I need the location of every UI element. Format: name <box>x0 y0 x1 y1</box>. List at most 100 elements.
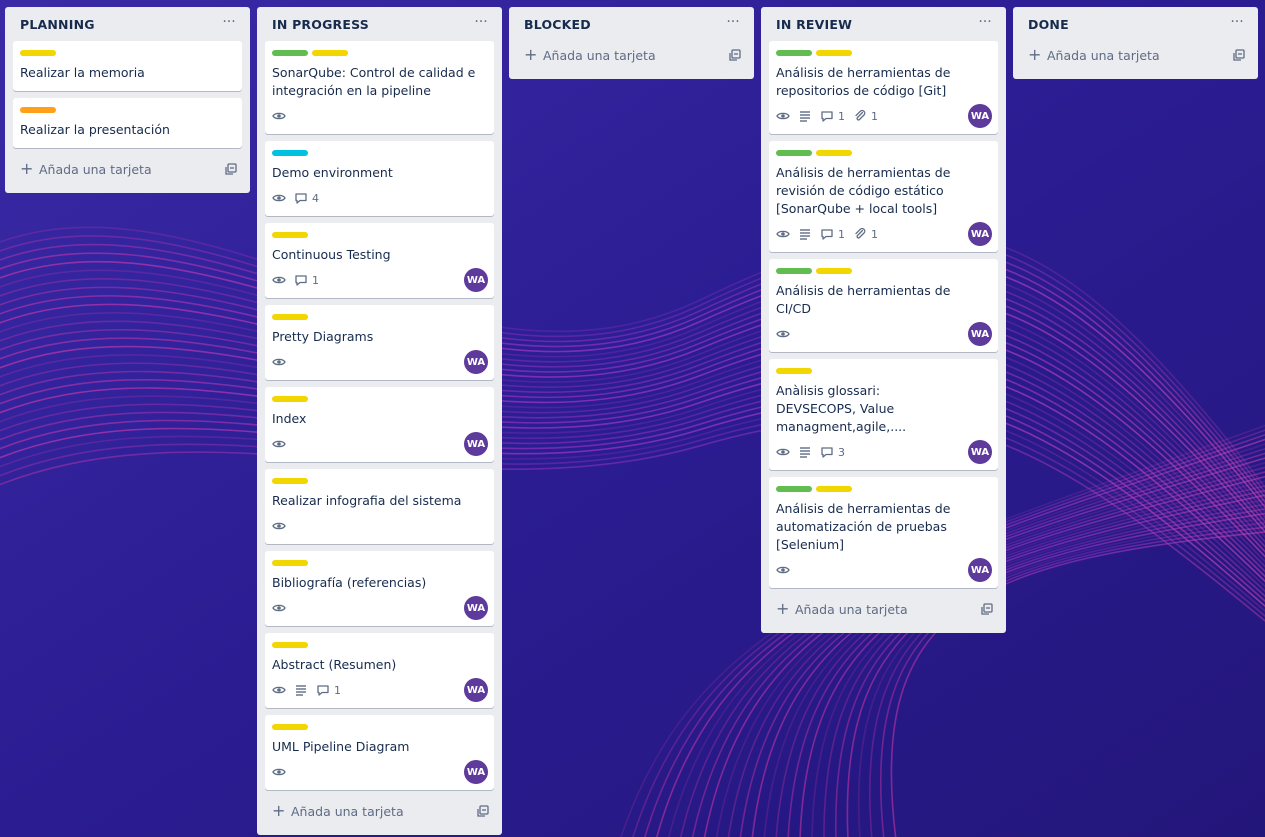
add-card-button[interactable]: + Añada una tarjeta <box>1021 41 1250 71</box>
badge <box>272 519 286 533</box>
list-menu-button[interactable]: ··· <box>722 13 744 33</box>
card[interactable]: Realizar la memoria <box>13 41 242 91</box>
card[interactable]: Análisis de herramientas de repositorios… <box>769 41 998 134</box>
eye-icon <box>272 191 286 205</box>
label-yellow[interactable] <box>272 724 308 730</box>
label-yellow[interactable] <box>272 396 308 402</box>
card-template-icon[interactable] <box>224 162 238 179</box>
member-avatar[interactable]: WA <box>968 322 992 346</box>
card-labels <box>272 314 486 320</box>
member-avatar[interactable]: WA <box>968 222 992 246</box>
list-title[interactable]: DONE <box>1028 17 1069 32</box>
attachment-icon <box>853 227 867 241</box>
card[interactable]: Análisis de herramientas de revisión de … <box>769 141 998 252</box>
label-green[interactable] <box>272 50 308 56</box>
badge <box>272 109 286 123</box>
label-teal[interactable] <box>272 150 308 156</box>
add-card-button[interactable]: + Añada una tarjeta <box>265 797 494 827</box>
member-avatar[interactable]: WA <box>464 350 488 374</box>
label-yellow[interactable] <box>272 560 308 566</box>
add-card-button[interactable]: + Añada una tarjeta <box>13 155 242 185</box>
comment-icon <box>820 109 834 123</box>
list-menu-button[interactable]: ··· <box>218 13 240 33</box>
card[interactable]: Bibliografía (referencias) WA <box>265 551 494 626</box>
plus-icon: + <box>272 801 286 820</box>
member-avatar[interactable]: WA <box>968 104 992 128</box>
label-green[interactable] <box>776 486 812 492</box>
card[interactable]: Anàlisis glossari: DEVSECOPS, Value mana… <box>769 359 998 470</box>
card-title: Abstract (Resumen) <box>272 657 397 672</box>
member-avatar[interactable]: WA <box>968 440 992 464</box>
label-green[interactable] <box>776 50 812 56</box>
badge <box>272 273 286 287</box>
badge <box>798 445 812 459</box>
label-orange[interactable] <box>20 107 56 113</box>
list-title[interactable]: BLOCKED <box>524 17 591 32</box>
card[interactable]: Abstract (Resumen) 1 WA <box>265 633 494 708</box>
badge-count: 1 <box>838 109 845 123</box>
member-avatar[interactable]: WA <box>464 596 488 620</box>
add-card-button[interactable]: + Añada una tarjeta <box>517 41 746 71</box>
label-yellow[interactable] <box>776 368 812 374</box>
card-title: Demo environment <box>272 165 393 180</box>
eye-icon <box>776 563 790 577</box>
list-title[interactable]: IN PROGRESS <box>272 17 369 32</box>
member-avatar[interactable]: WA <box>464 760 488 784</box>
label-yellow[interactable] <box>272 314 308 320</box>
label-yellow[interactable] <box>816 486 852 492</box>
add-card-button[interactable]: + Añada una tarjeta <box>769 595 998 625</box>
label-yellow[interactable] <box>20 50 56 56</box>
eye-icon <box>272 765 286 779</box>
card-template-icon[interactable] <box>476 804 490 821</box>
card[interactable]: Análisis de herramientas de CI/CD WA <box>769 259 998 352</box>
member-avatar[interactable]: WA <box>968 558 992 582</box>
card-labels <box>20 107 234 113</box>
list-in-review: IN REVIEW ··· Análisis de herramientas de … <box>761 7 1006 633</box>
list-menu-button[interactable]: ··· <box>974 13 996 33</box>
label-green[interactable] <box>776 268 812 274</box>
card[interactable]: Demo environment 4 <box>265 141 494 216</box>
card-labels <box>272 50 486 56</box>
badge: 1 <box>853 109 878 123</box>
member-avatar[interactable]: WA <box>464 268 488 292</box>
card[interactable]: UML Pipeline Diagram WA <box>265 715 494 790</box>
card[interactable]: Pretty Diagrams WA <box>265 305 494 380</box>
member-avatar[interactable]: WA <box>464 678 488 702</box>
list-planning: PLANNING ··· Realizar la memoria Realizar l… <box>5 7 250 193</box>
label-green[interactable] <box>776 150 812 156</box>
plus-icon: + <box>776 599 790 618</box>
card[interactable]: Realizar infografia del sistema <box>265 469 494 544</box>
card-labels <box>272 478 486 484</box>
card-labels <box>776 150 990 156</box>
card-badges: 3 <box>776 442 990 462</box>
card-labels <box>272 232 486 238</box>
list-title[interactable]: PLANNING <box>20 17 95 32</box>
badge <box>272 765 286 779</box>
list-menu-button[interactable]: ··· <box>470 13 492 33</box>
label-yellow[interactable] <box>272 642 308 648</box>
badge <box>272 355 286 369</box>
label-yellow[interactable] <box>816 50 852 56</box>
list-menu-button[interactable]: ··· <box>1226 13 1248 33</box>
card[interactable]: Análisis de herramientas de automatizaci… <box>769 477 998 588</box>
label-yellow[interactable] <box>312 50 348 56</box>
card-title: Anàlisis glossari: DEVSECOPS, Value mana… <box>776 383 907 434</box>
label-yellow[interactable] <box>816 268 852 274</box>
add-card-label: Añada una tarjeta <box>543 48 656 63</box>
badge <box>776 227 790 241</box>
list-title[interactable]: IN REVIEW <box>776 17 852 32</box>
card-template-icon[interactable] <box>980 602 994 619</box>
card[interactable]: Realizar la presentación <box>13 98 242 148</box>
badge-count: 1 <box>334 683 341 697</box>
board: PLANNING ··· Realizar la memoria Realizar l… <box>0 0 1265 837</box>
label-yellow[interactable] <box>272 478 308 484</box>
card-template-icon[interactable] <box>1232 48 1246 65</box>
card[interactable]: Continuous Testing 1 WA <box>265 223 494 298</box>
label-yellow[interactable] <box>816 150 852 156</box>
label-yellow[interactable] <box>272 232 308 238</box>
member-avatar[interactable]: WA <box>464 432 488 456</box>
card-template-icon[interactable] <box>728 48 742 65</box>
eye-icon <box>272 273 286 287</box>
card[interactable]: Index WA <box>265 387 494 462</box>
card[interactable]: SonarQube: Control de calidad e integrac… <box>265 41 494 134</box>
